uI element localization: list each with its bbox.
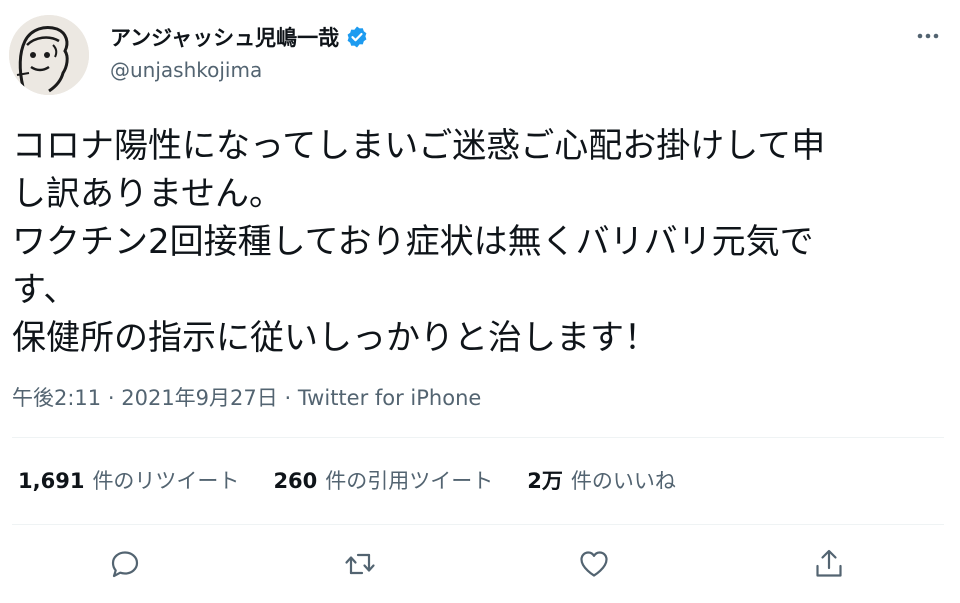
tweet-line: ワクチン2回接種しており症状は無くバリバリ元気で	[12, 222, 814, 262]
user-handle[interactable]: @unjashkojima	[110, 58, 262, 82]
tweet-source[interactable]: Twitter for iPhone	[298, 386, 482, 410]
tweet-text: コロナ陽性になってしまいご迷惑ご心配お掛けして申 し訳ありません。 ワクチン2回…	[12, 122, 937, 362]
quote-label: 件の引用ツイート	[325, 469, 494, 493]
reply-icon[interactable]	[107, 546, 143, 582]
quote-count: 260	[273, 469, 318, 493]
tweet-date[interactable]: 2021年9月27日	[121, 386, 278, 410]
like-stat[interactable]: 2万 件のいいね	[527, 465, 676, 495]
cartoon-face-avatar	[9, 15, 89, 95]
divider	[12, 437, 944, 438]
tweet-line: 保健所の指示に従いしっかりと治します！	[12, 318, 658, 358]
tweet-line: し訳ありません。	[12, 174, 283, 214]
retweet-stat[interactable]: 1,691 件のリツイート	[18, 465, 239, 495]
tweet-line: コロナ陽性になってしまいご迷惑ご心配お掛けして申	[12, 126, 826, 166]
quote-stat[interactable]: 260 件の引用ツイート	[273, 465, 493, 495]
avatar[interactable]	[9, 15, 89, 95]
divider	[12, 524, 944, 525]
like-count: 2万	[527, 469, 563, 493]
retweet-count: 1,691	[18, 469, 85, 493]
retweet-label: 件のリツイート	[92, 469, 240, 493]
display-name[interactable]: アンジャッシュ児嶋一哉	[110, 22, 339, 52]
tweet-time[interactable]: 午後2:11	[12, 386, 101, 410]
retweet-icon[interactable]	[342, 546, 378, 582]
tweet-line: す、	[12, 270, 78, 310]
more-options-icon[interactable]	[912, 24, 944, 48]
meta-separator: ·	[107, 386, 115, 410]
share-icon[interactable]	[811, 546, 847, 582]
meta-separator: ·	[284, 386, 292, 410]
verified-badge-icon	[345, 25, 369, 49]
like-icon[interactable]	[576, 546, 612, 582]
tweet-stats: 1,691 件のリツイート 260 件の引用ツイート 2万 件のいいね	[18, 465, 676, 495]
like-label: 件のいいね	[570, 469, 676, 493]
display-name-row[interactable]: アンジャッシュ児嶋一哉	[110, 22, 369, 52]
tweet-meta: 午後2:11 · 2021年9月27日 · Twitter for iPhone	[12, 382, 481, 412]
